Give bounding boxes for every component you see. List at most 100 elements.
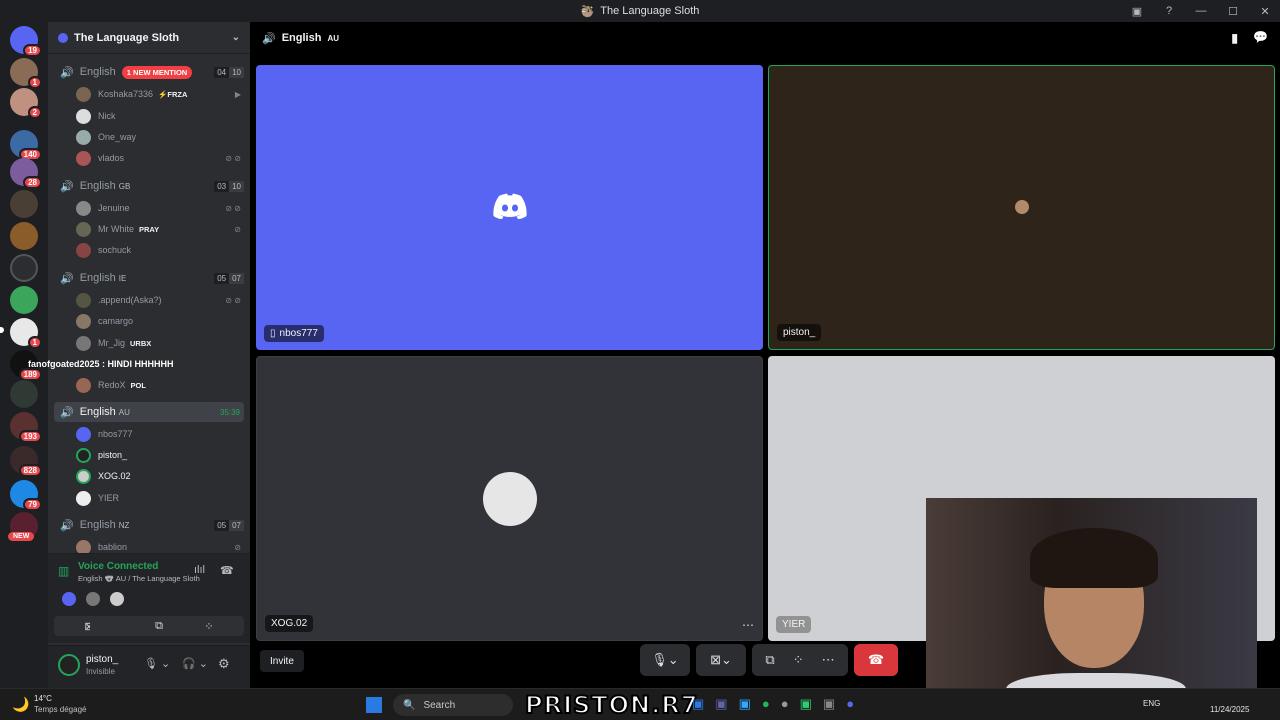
discord-taskbar-icon[interactable]: ● xyxy=(846,696,854,712)
video-tile-nbos777[interactable]: ▯ nbos777 xyxy=(256,65,763,350)
app-icon-2[interactable]: ▣ xyxy=(800,696,812,712)
camera-button[interactable]: ⊠⌄ xyxy=(696,644,746,676)
noise-suppression-icon[interactable]: ılıl xyxy=(194,564,205,576)
voice-channel-english-nz[interactable]: 🔊 English NZ 05 07 xyxy=(54,515,244,535)
avatar xyxy=(483,472,537,526)
more-icon[interactable]: ⋯ xyxy=(822,652,835,668)
voice-channel-english-au[interactable]: 🔊 English AU 35:39 xyxy=(54,402,244,422)
home-badge: 19 xyxy=(23,44,42,57)
activities-button[interactable]: ⁘ xyxy=(174,616,244,636)
avatar xyxy=(76,200,91,216)
screenshare-icon[interactable]: ⧉ xyxy=(765,652,774,668)
voice-user[interactable]: RedoX POL xyxy=(76,375,241,395)
voice-user[interactable]: Mr White PRAY ⊘ xyxy=(76,219,241,239)
spotify-icon[interactable]: ● xyxy=(762,696,770,712)
server-icon-10[interactable]: 828 xyxy=(10,446,42,477)
settings-gear-icon[interactable]: ⚙ xyxy=(218,656,230,672)
headphones-icon[interactable]: 🎧 ⌄ xyxy=(182,657,208,670)
voice-user[interactable]: .append(Aska?) ⊘ ⊘ xyxy=(76,290,241,310)
microphone-icon: 🎙⌄ xyxy=(651,652,679,667)
voice-user[interactable]: Nick xyxy=(76,106,241,126)
voice-user[interactable]: nbos777 xyxy=(76,424,241,444)
premiere-icon[interactable]: ▣ xyxy=(739,696,751,712)
avatar xyxy=(76,426,91,442)
user-count: 05 07 xyxy=(214,519,244,531)
dm-avatar-1[interactable]: 1 xyxy=(10,58,42,89)
windows-start-icon[interactable] xyxy=(366,697,382,713)
server-icon-1[interactable]: 140 xyxy=(10,130,42,161)
server-icon-language-sloth[interactable]: 1 xyxy=(10,318,42,349)
voice-user[interactable]: XOG.02 xyxy=(76,466,241,486)
app-icon[interactable]: ● xyxy=(781,696,789,712)
more-options-icon[interactable]: ⋯ xyxy=(742,618,754,632)
user-count: 03 10 xyxy=(214,180,244,192)
inbox-icon[interactable]: ▣ xyxy=(1128,2,1146,20)
minimize-button[interactable]: — xyxy=(1192,2,1210,20)
taskbar-apps: ▣ ▣ ▣ ● ● ▣ ▣ ● xyxy=(692,696,854,712)
search-placeholder: Search xyxy=(423,699,456,711)
voice-channel-english-1[interactable]: 🔊 English 1 NEW MENTION 04 10 xyxy=(54,62,244,82)
weather-temp[interactable]: 14°C xyxy=(34,694,52,703)
voice-user[interactable]: Jenuine ⊘ ⊘ xyxy=(76,198,241,218)
help-icon[interactable]: ? xyxy=(1160,2,1178,20)
server-icon-3[interactable] xyxy=(10,190,38,218)
dm-avatar-2[interactable]: 2 xyxy=(10,88,42,119)
mobile-icon: ▯ xyxy=(270,328,276,339)
voice-user-overflow[interactable]: fanofgoated2025 : HINDI HHHHHH xyxy=(28,354,228,374)
voice-channel-english-gb[interactable]: 🔊 English GB 03 10 xyxy=(54,176,244,196)
voice-user[interactable]: Koshaka7336 ⚡FRZA ▶ xyxy=(76,84,241,104)
tile-name-label: YIER xyxy=(776,616,812,633)
voice-user[interactable]: sochuck xyxy=(76,240,241,260)
server-icon-4[interactable] xyxy=(10,222,38,250)
activities-icon[interactable]: ⁘ xyxy=(793,652,804,668)
voice-connected-panel: ▥ Voice Connected English 🐨 AU / The Lan… xyxy=(48,553,250,643)
microphone-icon[interactable]: 🎙 ⌄ xyxy=(144,657,170,670)
server-icon-8[interactable] xyxy=(10,380,38,408)
user-name[interactable]: piston_ xyxy=(86,654,118,665)
taskbar-date[interactable]: 11/24/2025 xyxy=(1210,705,1249,714)
server-badge-5: 193 xyxy=(18,430,42,443)
voice-user[interactable]: YIER xyxy=(76,488,241,508)
language-indicator[interactable]: ENG xyxy=(1143,699,1160,708)
muted-deafened-icon: ⊘ ⊘ xyxy=(225,295,241,305)
disconnect-icon[interactable]: ☎ xyxy=(220,564,234,577)
server-icon-11[interactable]: 79 xyxy=(10,480,42,511)
mute-button[interactable]: 🎙⌄ xyxy=(640,644,690,676)
server-icon-6[interactable] xyxy=(10,286,38,314)
signal-icon: ▥ xyxy=(58,564,70,578)
voice-location[interactable]: English 🐨 AU / The Language Sloth xyxy=(78,574,200,583)
maximize-button[interactable]: ☐ xyxy=(1224,2,1242,20)
avatar xyxy=(76,129,91,145)
weather-icon: 🌙 xyxy=(12,696,30,712)
close-window-button[interactable]: ✕ xyxy=(1256,2,1274,20)
teams-icon[interactable]: ▣ xyxy=(715,696,727,712)
user-avatar[interactable] xyxy=(58,654,80,676)
bookmark-icon[interactable]: ▮ xyxy=(1231,31,1238,45)
video-tile-piston[interactable]: piston_ xyxy=(768,65,1275,350)
voice-user[interactable]: Mr_Jig URBX xyxy=(76,333,241,353)
outlook-icon[interactable]: ▣ xyxy=(692,696,704,712)
guild-header[interactable]: The Language Sloth ⌄ xyxy=(48,22,250,54)
server-icon-5[interactable] xyxy=(10,254,38,282)
voice-user[interactable]: One_way xyxy=(76,127,241,147)
window-titlebar: 🦥 The Language Sloth ▣ ? — ☐ ✕ xyxy=(0,0,1280,22)
camera-icon: ▶ xyxy=(234,89,241,99)
server-icon-2[interactable]: 28 xyxy=(10,158,42,189)
home-button[interactable]: 19 xyxy=(10,26,42,57)
avatar xyxy=(76,150,91,166)
app-icon-3[interactable]: ▣ xyxy=(823,696,835,712)
avatar xyxy=(1015,200,1029,214)
server-icon-9[interactable]: 193 xyxy=(10,412,42,443)
video-tile-xog02[interactable]: XOG.02 ⋯ xyxy=(256,356,763,641)
avatar xyxy=(76,490,91,506)
os-taskbar: 🌙 14°C Temps dégagé 🔍 Search PRISTON.R7 … xyxy=(0,688,1280,720)
voice-channel-english-ie[interactable]: 🔊 English IE 05 07 xyxy=(54,268,244,288)
guild-name: The Language Sloth xyxy=(74,31,180,44)
invite-button[interactable]: Invite xyxy=(260,650,304,672)
taskbar-search[interactable]: 🔍 Search xyxy=(393,694,513,716)
chat-icon[interactable]: 💬 xyxy=(1253,30,1268,44)
disconnect-button[interactable]: ☎ xyxy=(854,644,898,676)
voice-user[interactable]: camargo xyxy=(76,311,241,331)
voice-user[interactable]: piston_ xyxy=(76,445,241,465)
voice-user[interactable]: vlados ⊘ ⊘ xyxy=(76,148,241,168)
